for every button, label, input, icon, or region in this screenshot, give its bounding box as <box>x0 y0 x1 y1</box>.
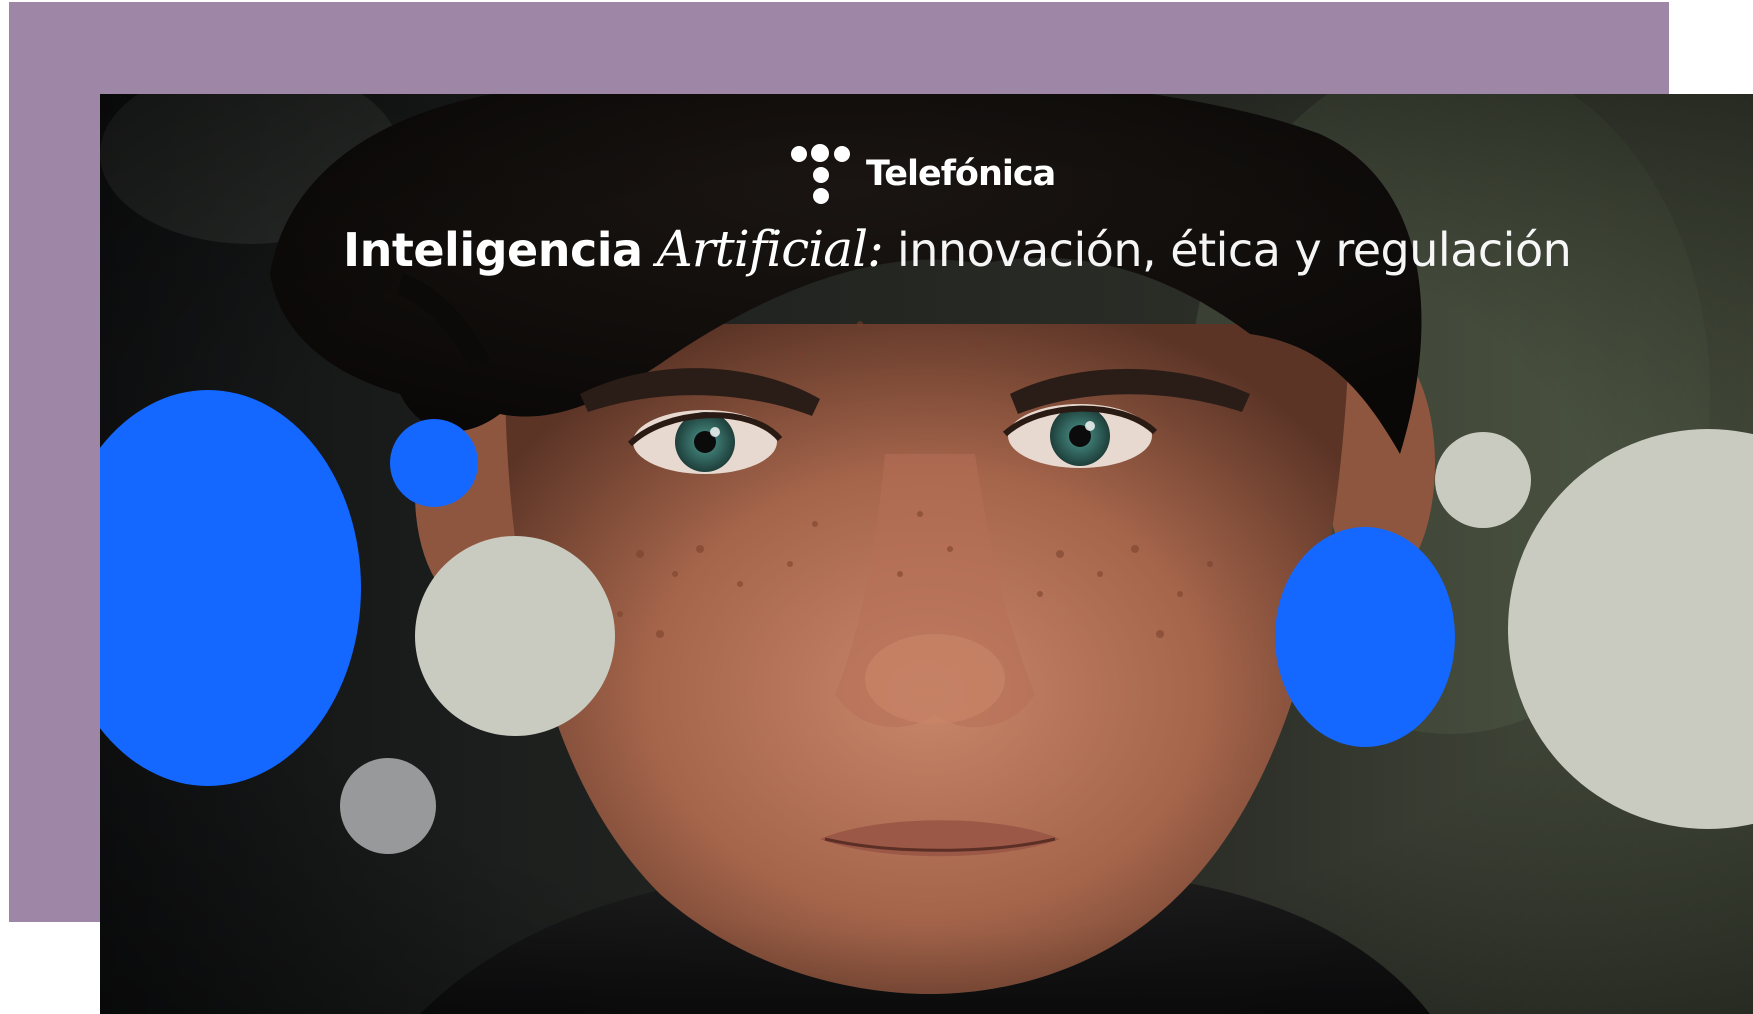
light-circle-left <box>415 536 615 736</box>
telefonica-logo: Telefónica <box>790 142 1056 206</box>
blue-circle-small <box>390 419 478 507</box>
headline-subtitle: innovación, ética y regulación <box>897 223 1572 277</box>
grey-circle-small <box>340 758 436 854</box>
headline-word-inteligencia: Inteligencia <box>343 223 643 277</box>
telefonica-dots-t-icon <box>790 142 854 206</box>
headline-word-artificial: Artificial: <box>656 220 884 278</box>
slide-canvas: Telefónica Inteligencia Artificial: inno… <box>0 0 1753 1014</box>
blue-circle-right <box>1275 527 1455 747</box>
light-circle-small-right <box>1435 432 1531 528</box>
headline: Inteligencia Artificial: innovación, éti… <box>343 224 1643 274</box>
brand-name: Telefónica <box>866 153 1056 194</box>
hero-banner: Telefónica Inteligencia Artificial: inno… <box>100 94 1753 1014</box>
